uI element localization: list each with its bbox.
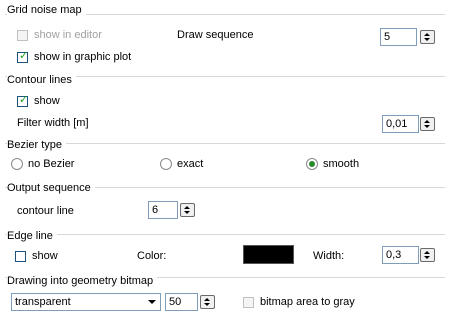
color-label: Color: <box>137 250 167 262</box>
check-icon: ✓ <box>19 94 29 106</box>
show-in-graphic-plot-label: show in graphic plot <box>34 51 132 63</box>
edge-line-title: Edge line <box>7 230 57 242</box>
draw-sequence-input[interactable]: 5 <box>380 28 417 46</box>
edge-width-input[interactable]: 0,3 <box>382 246 419 264</box>
grid-noise-map-group: Grid noise map <box>5 4 445 16</box>
contour-line-label: contour line <box>17 205 74 217</box>
radio-exact[interactable] <box>160 158 172 170</box>
contour-show-checkbox[interactable]: ✓ <box>17 94 29 107</box>
chevron-down-icon <box>148 300 156 304</box>
bitmap-mode-select[interactable]: transparent <box>11 293 161 311</box>
geometry-bitmap-title: Drawing into geometry bitmap <box>7 275 158 287</box>
show-in-editor-label: show in editor <box>34 29 102 41</box>
output-sequence-group: Output sequence <box>5 182 445 194</box>
bitmap-amount-input[interactable]: 50 <box>165 293 198 311</box>
show-in-graphic-plot-checkbox[interactable]: ✓ <box>17 50 29 63</box>
geometry-bitmap-group: Drawing into geometry bitmap <box>5 275 445 287</box>
grid-noise-map-title: Grid noise map <box>7 4 86 16</box>
radio-smooth-label: smooth <box>323 158 360 170</box>
draw-sequence-label: Draw sequence <box>177 29 254 41</box>
edge-show-label: show <box>32 250 58 262</box>
contour-lines-group: Contour lines <box>5 74 445 86</box>
edge-line-group: Edge line <box>5 230 445 242</box>
bezier-type-title: Bezier type <box>7 139 67 151</box>
contour-line-input[interactable]: 6 <box>148 201 178 219</box>
filter-width-spinner[interactable] <box>420 117 435 131</box>
bezier-type-group: Bezier type <box>5 139 445 151</box>
radio-no-bezier[interactable] <box>11 158 23 170</box>
edge-color-swatch[interactable] <box>243 245 294 264</box>
contour-line-spinner[interactable] <box>180 203 195 217</box>
radio-no-bezier-label: no Bezier <box>28 158 75 170</box>
radio-selected-dot <box>309 161 315 167</box>
output-sequence-title: Output sequence <box>7 182 95 194</box>
bitmap-gray-label: bitmap area to gray <box>260 296 355 308</box>
width-label: Width: <box>313 250 345 262</box>
bitmap-gray-checkbox[interactable] <box>243 297 254 308</box>
edge-show-checkbox[interactable] <box>15 251 26 262</box>
contour-lines-title: Contour lines <box>7 74 76 86</box>
draw-sequence-spinner[interactable] <box>420 30 435 44</box>
check-icon: ✓ <box>19 50 29 62</box>
show-in-editor-checkbox[interactable] <box>17 30 28 41</box>
edge-width-spinner[interactable] <box>420 248 435 262</box>
radio-exact-label: exact <box>177 158 204 170</box>
bitmap-amount-spinner[interactable] <box>200 295 215 309</box>
radio-smooth[interactable] <box>306 158 318 170</box>
filter-width-input[interactable]: 0,01 <box>382 115 419 133</box>
filter-width-label: Filter width [m] <box>17 117 89 129</box>
contour-show-label: show <box>34 95 60 107</box>
